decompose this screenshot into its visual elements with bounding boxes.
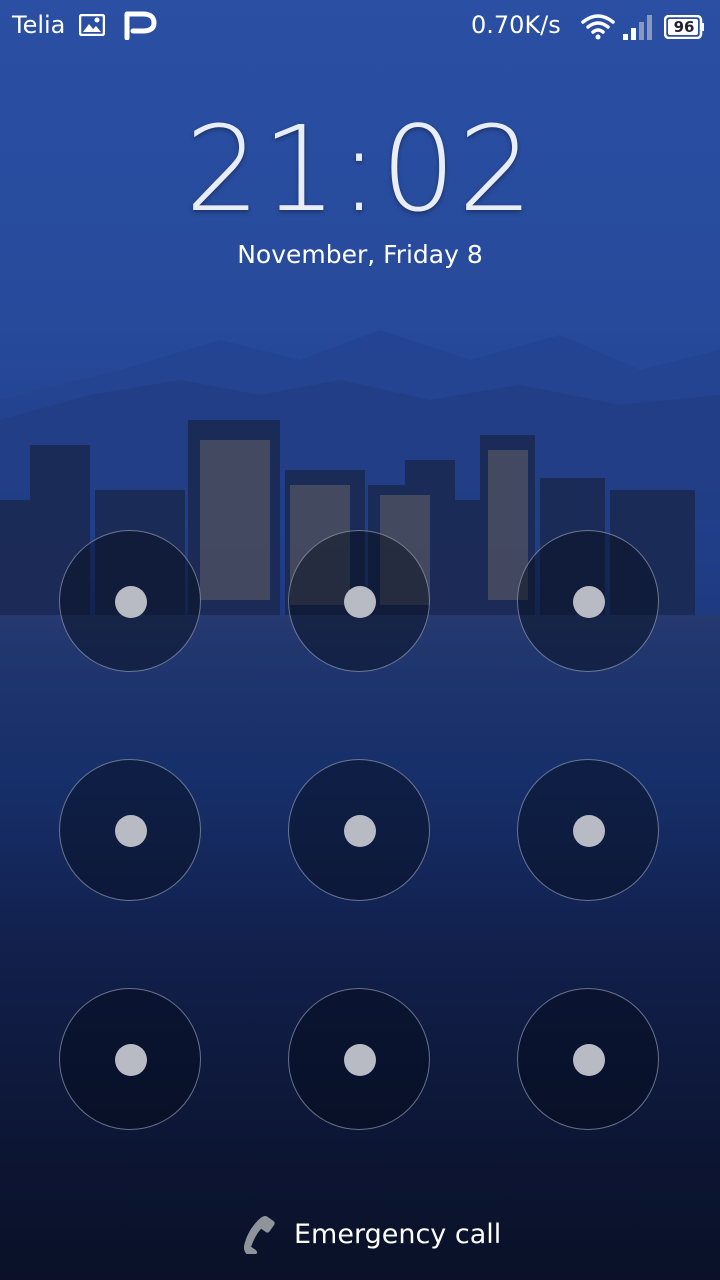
pattern-node-4[interactable] xyxy=(59,759,201,901)
pattern-dot xyxy=(573,1044,605,1076)
emergency-call-label: Emergency call xyxy=(294,1218,502,1250)
pattern-node-1[interactable] xyxy=(59,530,201,672)
pattern-node-5[interactable] xyxy=(288,759,430,901)
pattern-node-2[interactable] xyxy=(288,530,430,672)
pattern-dot xyxy=(115,815,147,847)
pattern-dot xyxy=(573,815,605,847)
pattern-node-9[interactable] xyxy=(517,988,659,1130)
pattern-node-7[interactable] xyxy=(59,988,201,1130)
pattern-dot xyxy=(115,1044,147,1076)
p-app-icon xyxy=(124,11,157,40)
signal-icon xyxy=(623,15,652,40)
pattern-dot xyxy=(344,1044,376,1076)
pattern-node-8[interactable] xyxy=(288,988,430,1130)
pattern-node-6[interactable] xyxy=(517,759,659,901)
pattern-dot xyxy=(573,586,605,618)
pattern-dot xyxy=(115,586,147,618)
emergency-call-button[interactable]: Emergency call xyxy=(240,1212,501,1256)
lock-clock: 21:02 xyxy=(184,100,536,238)
carrier-name: Telia xyxy=(12,11,66,39)
phone-icon xyxy=(243,1215,275,1254)
pattern-dot xyxy=(344,586,376,618)
lock-date: November, Friday 8 xyxy=(237,240,483,269)
network-speed: 0.70K/s xyxy=(471,11,561,39)
wifi-icon xyxy=(581,14,615,40)
gallery-icon xyxy=(79,14,105,36)
battery-level: 96 xyxy=(673,18,695,36)
pattern-dot xyxy=(344,815,376,847)
status-bar: Telia 0.70K/s 96 xyxy=(0,0,720,52)
pattern-node-3[interactable] xyxy=(517,530,659,672)
